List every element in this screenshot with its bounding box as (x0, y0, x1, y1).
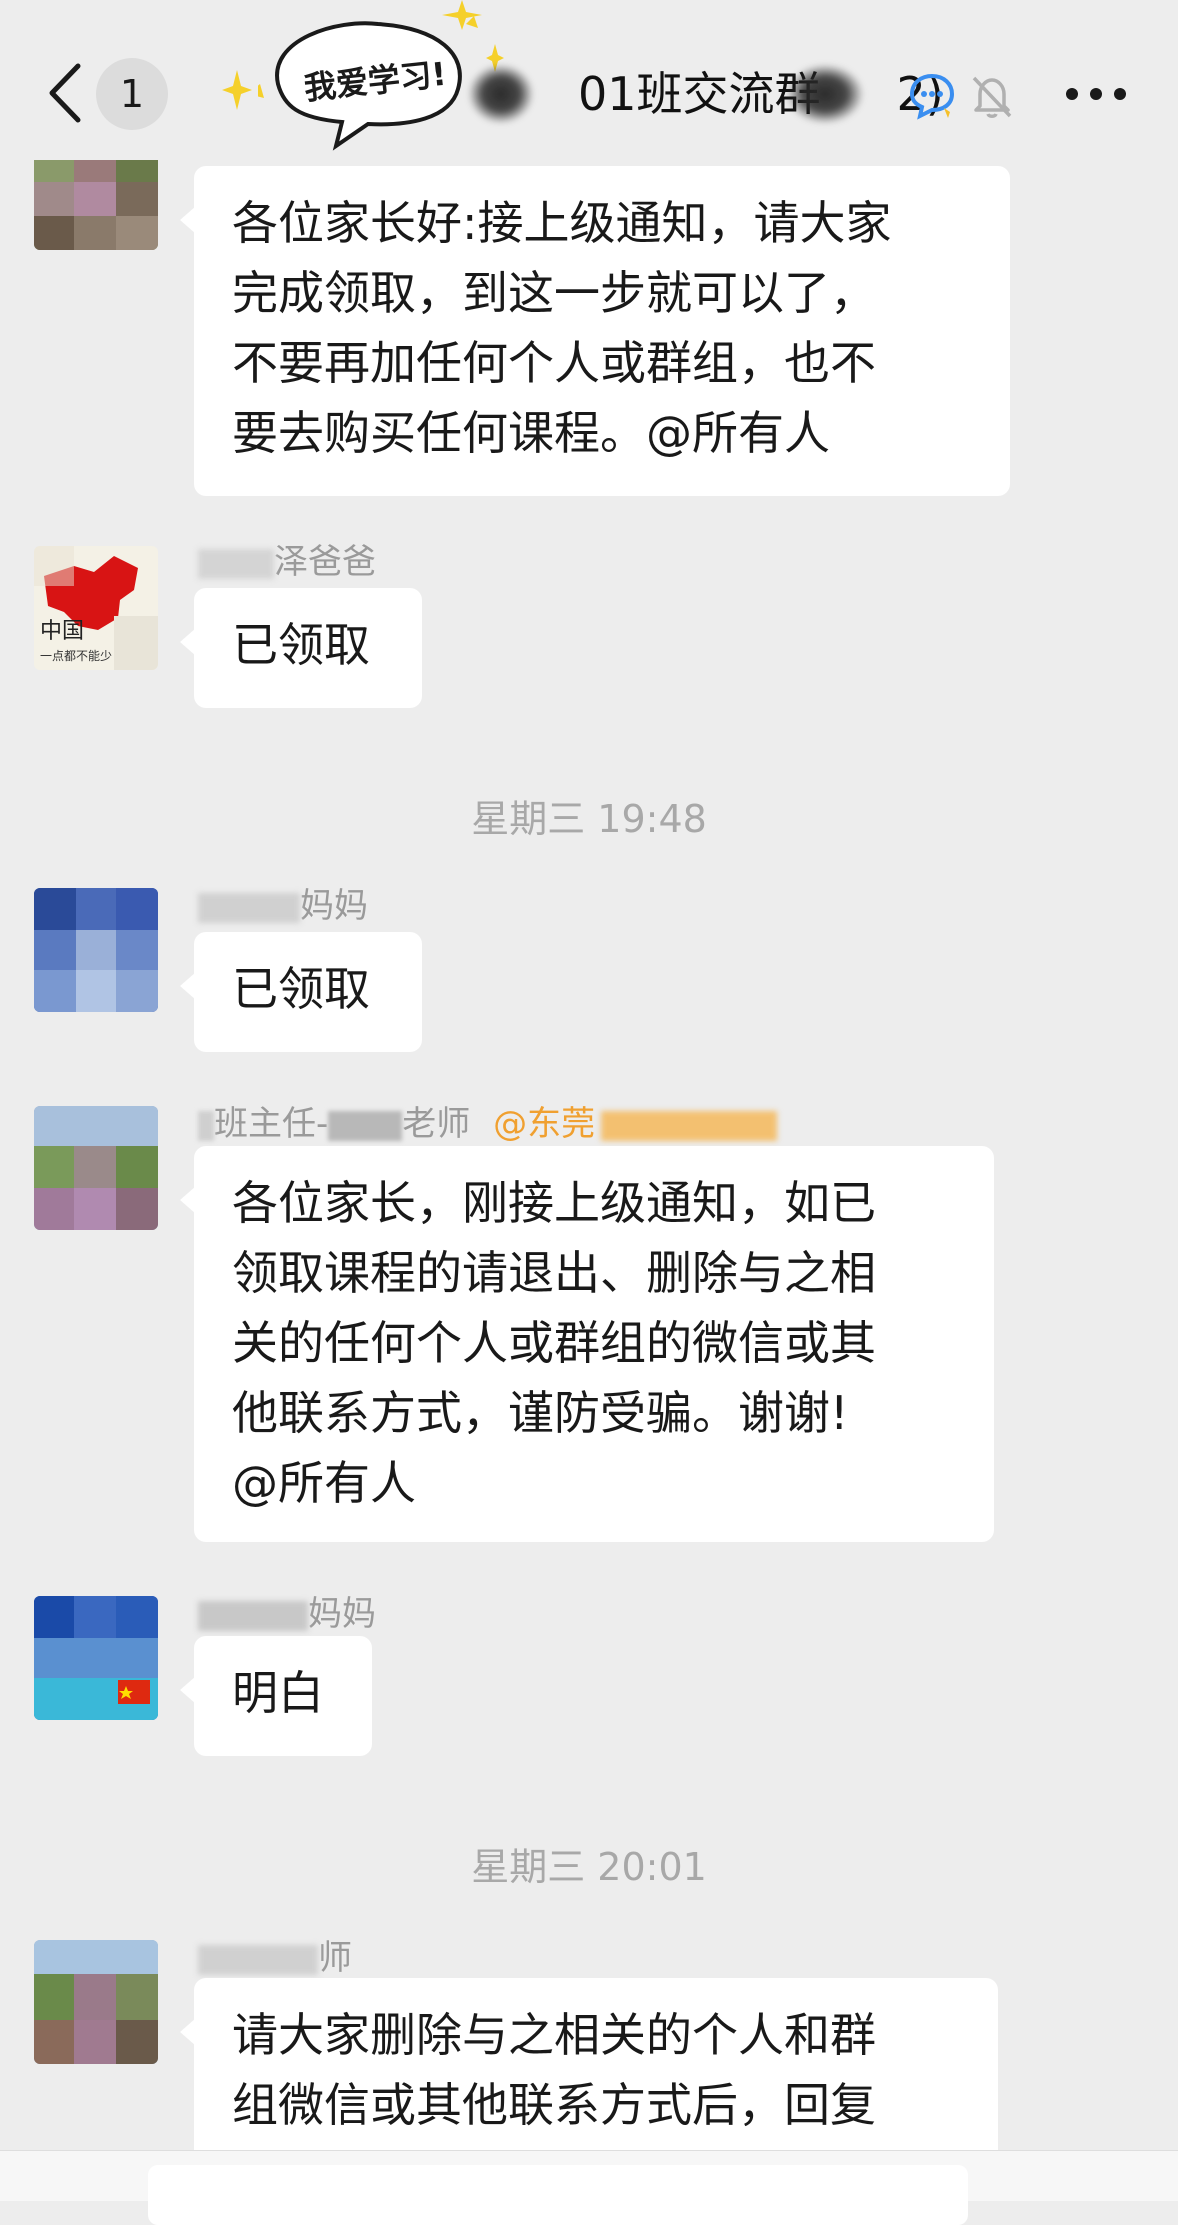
message-line: 各位家长，刚接上级通知，如已 (232, 1176, 876, 1230)
back-chevron-icon[interactable] (44, 60, 88, 126)
chat-header: 1 我爱学习! 01班交流群 2) (0, 0, 1178, 160)
message-line: 关的任何个人或群组的微信或其 (232, 1316, 876, 1370)
sender-name: 泽爸爸 (198, 534, 376, 583)
message-line: 组微信或其他联系方式后，回复 (232, 2078, 876, 2132)
sender-tag: @东莞 (493, 1104, 596, 1144)
unread-count-badge[interactable]: 1 (96, 58, 168, 130)
message-input[interactable] (148, 2165, 968, 2225)
input-toolbar (0, 2150, 1178, 2225)
message-line: 不要再加任何个人或群组，也不 (232, 336, 876, 390)
group-chat-title[interactable]: 01班交流群 2) (470, 64, 944, 124)
title-redaction-mask (468, 64, 534, 124)
message-line: 领取课程的请退出、删除与之相 (232, 1246, 876, 1300)
timestamp: 星期三 20:01 (471, 1845, 707, 1889)
blurred-avatar-image (34, 148, 158, 250)
blurred-avatar-image (34, 1106, 158, 1230)
sender-name: 班主任- 老师 @东莞 (198, 1096, 778, 1145)
message-line: 明白 (232, 1666, 324, 1720)
more-options-button[interactable] (1062, 74, 1130, 114)
message-line: @所有人 (232, 1456, 416, 1510)
sender-redaction-mask (328, 1110, 403, 1141)
more-dot (1090, 88, 1102, 100)
sparkle-icon (222, 70, 252, 110)
message-bubble[interactable]: 已领取 (180, 932, 422, 1052)
avatar[interactable] (34, 888, 158, 1012)
title-redaction-mask (786, 64, 864, 124)
message-bubble[interactable]: 各位家长，刚接上级通知，如已 领取课程的请退出、删除与之相 关的任何个人或群组的… (180, 1146, 994, 1542)
avatar[interactable] (34, 1940, 158, 2064)
message-line: 他联系方式，谨防受骗。谢谢! (232, 1386, 849, 1440)
message-bubble[interactable]: 请大家删除与之相关的个人和群 组微信或其他联系方式后，回复 (180, 1978, 998, 2168)
message-bubble[interactable]: 已领取 (180, 588, 422, 708)
more-dot (1066, 88, 1078, 100)
sender-redaction-mask (198, 1944, 318, 1975)
avatar[interactable] (34, 148, 158, 250)
sender-name: 师 (198, 1930, 352, 1979)
sender-redaction-mask (198, 548, 274, 579)
message-line: 各位家长好:接上级通知，请大家 (232, 196, 892, 250)
blurred-avatar-image (34, 1596, 158, 1720)
message-line: 已领取 (232, 618, 370, 672)
message-line: 已领取 (232, 962, 370, 1016)
title-part-main: 01班交流群 (578, 67, 821, 121)
blurred-avatar-image (34, 888, 158, 1012)
timestamp: 星期三 19:48 (471, 797, 707, 841)
avatar[interactable] (34, 1596, 158, 1720)
sender-tag-redaction-mask (601, 1110, 778, 1141)
svg-text:一点都不能少: 一点都不能少 (40, 649, 112, 663)
message-bubble[interactable]: 各位家长好:接上级通知，请大家 完成领取，到这一步就可以了， 不要再加任何个人或… (180, 166, 1010, 496)
sparkle-icon (442, 0, 482, 30)
china-map-avatar-image: 中国 一点都不能少 (34, 546, 158, 670)
sender-name: 妈妈 (198, 1586, 376, 1635)
sender-redaction-mask (198, 1110, 214, 1141)
sender-role: 班主任- (214, 1104, 329, 1144)
message-bubble[interactable]: 明白 (180, 1636, 372, 1756)
message-line: 完成领取，到这一步就可以了， (232, 266, 876, 320)
svg-text:中国: 中国 (40, 619, 84, 644)
more-dot (1114, 88, 1126, 100)
sender-redaction-mask (198, 1600, 308, 1631)
sender-name: 妈妈 (198, 878, 368, 927)
mute-bell-icon (972, 76, 1012, 118)
message-line: 请大家删除与之相关的个人和群 (232, 2008, 876, 2062)
avatar[interactable] (34, 1106, 158, 1230)
avatar[interactable]: 中国 一点都不能少 (34, 546, 158, 670)
sender-redaction-mask (198, 892, 300, 923)
blurred-avatar-image (34, 1940, 158, 2064)
chat-assistant-icon[interactable] (904, 70, 956, 122)
message-line: 要去购买任何课程。@所有人 (232, 406, 830, 460)
